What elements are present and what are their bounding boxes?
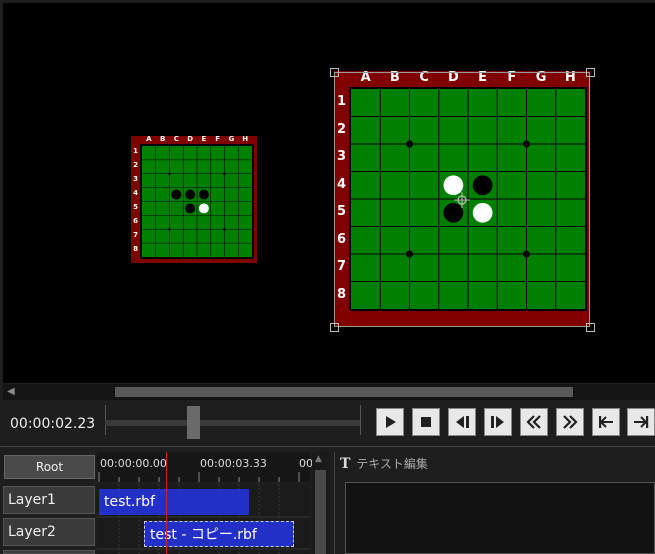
prev-frame-button[interactable] [448, 408, 476, 436]
timeline-ruler[interactable]: 00:00:00.00 00:00:03.33 00 [97, 452, 313, 482]
column-label-a: A [146, 135, 152, 143]
resize-handle-bottom-left[interactable] [330, 323, 339, 332]
fast-forward-icon [563, 415, 578, 429]
fast-forward-button[interactable] [556, 408, 584, 436]
seek-end-marker [360, 405, 361, 435]
text-editor-area[interactable] [345, 482, 655, 554]
row-label-6: 6 [133, 216, 138, 225]
star-point [168, 172, 171, 176]
anchor-crosshair-icon[interactable] [454, 192, 470, 208]
row-label-1: 1 [133, 147, 138, 156]
column-label-d: D [187, 135, 194, 143]
text-panel-title: テキスト編集 [356, 457, 428, 471]
black-stone[interactable] [185, 203, 196, 214]
preview-canvas[interactable]: ABCDEFGH 1 2 3 4 5 6 7 8 ABCDEFGH 1 2 3 4 5 6 7 8 [3, 3, 655, 383]
scroll-up-arrow-icon[interactable]: ▲ [315, 454, 322, 464]
rewind-icon [526, 415, 541, 429]
row-label-4: 4 [133, 189, 138, 198]
current-time: 00:00:02.23 [10, 416, 96, 432]
white-stone[interactable] [198, 203, 209, 214]
star-point [223, 172, 226, 176]
ruler-ticks [98, 472, 300, 482]
layer-name-2[interactable]: Layer2 [3, 518, 95, 546]
rewind-button[interactable] [520, 408, 548, 436]
resize-handle-bottom-right[interactable] [586, 323, 595, 332]
board-small-lines [142, 146, 252, 257]
go-end-button[interactable] [627, 408, 655, 436]
row-label-5: 5 [133, 202, 138, 211]
black-stone[interactable] [171, 189, 182, 200]
stop-icon [421, 417, 431, 427]
column-label-c: C [173, 135, 179, 143]
layer-name-3[interactable] [3, 550, 95, 554]
ruler-label-1: 00:00:03.33 [200, 457, 267, 470]
go-start-icon [599, 416, 613, 428]
seek-thumb[interactable] [187, 406, 200, 439]
text-panel-header: T テキスト編集 [340, 455, 428, 472]
scroll-left-arrow-icon[interactable]: ◀ [7, 386, 15, 397]
column-label-e: E [201, 135, 207, 143]
vscroll-thumb[interactable] [315, 470, 326, 554]
timeline-vertical-scrollbar[interactable]: ▲ [312, 452, 329, 554]
star-point [168, 227, 171, 231]
root-button[interactable]: Root [4, 455, 95, 479]
column-label-b: B [159, 135, 166, 143]
play-icon [386, 416, 396, 428]
text-tool-icon: T [340, 456, 351, 472]
row-label-7: 7 [133, 230, 138, 239]
column-label-g: G [228, 135, 235, 143]
board-small[interactable]: ABCDEFGH 1 2 3 4 5 6 7 8 [131, 135, 257, 263]
next-frame-button[interactable] [484, 408, 512, 436]
prev-frame-icon [456, 416, 469, 428]
ruler-label-0: 00:00:00.00 [100, 457, 167, 470]
layer-name-1[interactable]: Layer1 [3, 486, 95, 514]
star-point [223, 227, 226, 231]
stop-button[interactable] [412, 408, 440, 436]
go-end-icon [634, 416, 649, 428]
playhead[interactable] [166, 452, 167, 554]
row-label-2: 2 [133, 161, 138, 170]
seek-track[interactable] [105, 420, 360, 426]
clip-layer1[interactable]: test.rbf [99, 489, 249, 515]
next-frame-icon [491, 416, 504, 428]
black-stone[interactable] [198, 189, 209, 200]
scrollbar-thumb[interactable] [115, 387, 573, 397]
ruler-label-2: 00 [299, 457, 313, 470]
board-small-grid [140, 144, 254, 259]
resize-handle-top-left[interactable] [330, 68, 339, 77]
go-start-button[interactable] [592, 408, 620, 436]
play-button[interactable] [376, 408, 404, 436]
resize-handle-top-right[interactable] [586, 68, 595, 77]
black-stone[interactable] [185, 189, 196, 200]
timeline-tracks[interactable]: test.rbf test - コピー.rbf [97, 484, 310, 554]
row-label-8: 8 [133, 244, 138, 253]
timeline-separator [0, 446, 655, 447]
row-label-3: 3 [133, 175, 138, 184]
preview-horizontal-scrollbar[interactable]: ◀ [3, 384, 655, 400]
column-label-f: F [215, 135, 221, 143]
column-label-h: H [242, 135, 249, 143]
